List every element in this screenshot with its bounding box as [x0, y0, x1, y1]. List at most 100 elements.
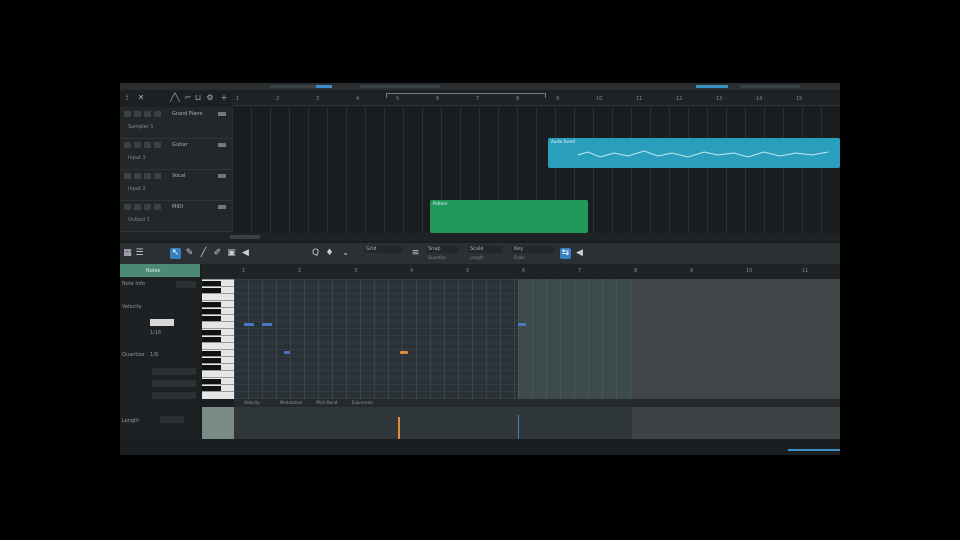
velocity-tab[interactable]: Pitch Bend: [316, 400, 337, 405]
arrangement-grid[interactable]: Audio Event Pattern: [232, 107, 840, 233]
black-key[interactable]: [202, 316, 221, 321]
snap-icon[interactable]: ⊔: [194, 94, 202, 102]
white-key[interactable]: [202, 286, 234, 287]
pencil-icon[interactable]: ✎: [184, 248, 195, 259]
value-box[interactable]: [152, 380, 196, 387]
editor-ruler[interactable]: 1 2 3 4 5 6 7 8 9 10 11: [202, 264, 840, 279]
black-key[interactable]: [202, 330, 221, 335]
velocity-tab[interactable]: Velocity: [244, 400, 260, 405]
automation-icon[interactable]: ╱╲: [170, 94, 180, 102]
track-button[interactable]: [124, 204, 131, 210]
track-header[interactable]: Grand Piano Sampler 1: [120, 107, 232, 139]
snap-dropdown[interactable]: Snap: [426, 246, 458, 253]
loop-range[interactable]: [386, 93, 546, 98]
midi-note[interactable]: [262, 323, 272, 326]
black-key[interactable]: [202, 309, 221, 314]
eraser-icon[interactable]: ✐: [212, 248, 223, 259]
value-box[interactable]: [152, 368, 196, 375]
midi-note[interactable]: [244, 323, 254, 326]
track-button[interactable]: [134, 142, 141, 148]
track-button[interactable]: [124, 173, 131, 179]
white-key[interactable]: [202, 363, 234, 364]
velocity-tab[interactable]: Expression: [352, 400, 374, 405]
value-box[interactable]: [160, 416, 184, 423]
white-key[interactable]: [202, 356, 234, 357]
grid-dropdown[interactable]: Grid: [364, 246, 402, 253]
black-key[interactable]: [202, 288, 221, 293]
tune-icon[interactable]: ♦: [324, 248, 335, 259]
midi-note[interactable]: [518, 323, 526, 326]
black-key[interactable]: [202, 281, 221, 286]
scroll-thumb[interactable]: [230, 235, 260, 239]
track-button[interactable]: [154, 173, 161, 179]
track-button[interactable]: [134, 173, 141, 179]
scale-dropdown[interactable]: Scale: [468, 246, 502, 253]
track-button[interactable]: [144, 204, 151, 210]
midi-note[interactable]: [284, 351, 290, 354]
track-icon[interactable]: [218, 205, 226, 209]
track-button[interactable]: [124, 111, 131, 117]
white-key[interactable]: [202, 300, 234, 301]
track-button[interactable]: [144, 142, 151, 148]
note-grid-outside[interactable]: [632, 279, 840, 399]
white-key[interactable]: [202, 335, 234, 336]
quantize-buttons[interactable]: [150, 319, 174, 326]
black-key[interactable]: [202, 379, 221, 384]
tool-icon[interactable]: ✕: [137, 94, 145, 102]
arrow-icon[interactable]: ↖: [170, 248, 181, 259]
marker-icon[interactable]: ⌐: [184, 94, 192, 102]
split-icon[interactable]: ⁞: [123, 94, 131, 102]
speaker-icon[interactable]: ◀: [574, 248, 585, 259]
midi-note[interactable]: [400, 351, 408, 354]
track-button[interactable]: [154, 142, 161, 148]
black-key[interactable]: [202, 351, 221, 356]
track-header[interactable]: Vocal Input 2: [120, 169, 232, 201]
list-icon[interactable]: ☰: [134, 248, 145, 259]
chevron-down-icon[interactable]: ⌄: [340, 248, 351, 259]
zoom-slider[interactable]: [788, 449, 840, 451]
track-icon[interactable]: [218, 174, 226, 178]
white-key[interactable]: [202, 384, 234, 385]
track-button[interactable]: [134, 111, 141, 117]
white-key[interactable]: [202, 328, 234, 329]
arrangement-scrollbar[interactable]: [120, 233, 840, 241]
white-key[interactable]: [202, 342, 234, 343]
black-key[interactable]: [202, 302, 221, 307]
track-button[interactable]: [154, 204, 161, 210]
mute-icon[interactable]: ▣: [226, 248, 237, 259]
notes-tab[interactable]: Notes: [120, 264, 200, 277]
white-key[interactable]: [202, 391, 234, 392]
speaker-icon[interactable]: ◀: [240, 248, 251, 259]
velocity-bar[interactable]: [518, 415, 519, 439]
track-header[interactable]: Guitar Input 1: [120, 138, 232, 170]
black-key[interactable]: [202, 386, 221, 391]
track-icon[interactable]: [218, 143, 226, 147]
note-grid[interactable]: [234, 279, 518, 399]
piano-keyboard[interactable]: [202, 279, 234, 399]
arrangement-ruler[interactable]: 1 2 3 4 5 6 7 8 9 10 11 12 13 14 15: [232, 93, 840, 106]
velocity-tab[interactable]: Modulation: [280, 400, 302, 405]
track-button[interactable]: [144, 111, 151, 117]
zoom-icon[interactable]: Q: [310, 248, 321, 259]
panel-icon[interactable]: ▦: [122, 248, 133, 259]
black-key[interactable]: [202, 358, 221, 363]
white-key[interactable]: [202, 321, 234, 322]
track-button[interactable]: [154, 111, 161, 117]
audio-clip[interactable]: Audio Event: [548, 138, 840, 168]
white-key[interactable]: [202, 314, 234, 315]
value-box[interactable]: [152, 392, 196, 399]
white-key[interactable]: [202, 293, 234, 294]
white-key[interactable]: [202, 349, 234, 350]
black-key[interactable]: [202, 365, 221, 370]
white-key[interactable]: [202, 377, 234, 378]
value-box[interactable]: [176, 281, 196, 288]
track-button[interactable]: [144, 173, 151, 179]
midi-clip[interactable]: Pattern: [430, 200, 588, 233]
track-button[interactable]: [124, 142, 131, 148]
track-button[interactable]: [134, 204, 141, 210]
settings-icon[interactable]: ⚙: [206, 94, 214, 102]
track-icon[interactable]: [218, 112, 226, 116]
track-header[interactable]: MIDI Output 1: [120, 200, 232, 232]
black-key[interactable]: [202, 337, 221, 342]
paint-icon[interactable]: ╱: [198, 248, 209, 259]
